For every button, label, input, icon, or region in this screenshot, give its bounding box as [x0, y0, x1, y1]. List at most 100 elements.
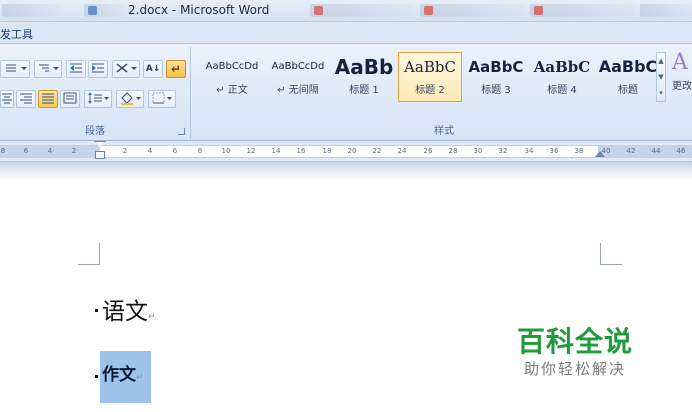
- ruler-tick: 2: [71, 147, 77, 155]
- style-heading-3[interactable]: AaBbC 标题 3: [464, 52, 528, 102]
- distributed-button[interactable]: [60, 90, 80, 108]
- style-no-spacing[interactable]: AaBbCcDd ↵ 无间隔: [266, 52, 330, 102]
- style-caption: ↵ 正文: [216, 85, 248, 96]
- style-caption: 标题 2: [415, 85, 445, 96]
- watermark-subtitle: 助你轻松解决: [524, 360, 627, 378]
- paragraph-group-label: 段落: [85, 126, 105, 137]
- ruler-tick: 16: [296, 147, 306, 155]
- context-tab-label[interactable]: 发工具: [0, 26, 33, 42]
- horizontal-ruler[interactable]: 8 6 4 2 2 4 6 8 10 12 14 16 18 20 22 24 …: [0, 141, 692, 162]
- style-title[interactable]: AaBbC 标题: [596, 52, 660, 102]
- ruler-tick: 2: [122, 147, 128, 155]
- paragraph-text: 语文: [102, 299, 148, 325]
- blurred-tab[interactable]: [530, 4, 634, 17]
- style-sample: AaBbCcDd: [205, 61, 259, 72]
- style-heading-4[interactable]: AaBbC 标题 4: [530, 52, 594, 102]
- justify-icon: [42, 93, 54, 104]
- blurred-tab[interactable]: [84, 4, 124, 17]
- ruler-tick: 32: [498, 147, 508, 155]
- paragraph-dialog-launcher[interactable]: [178, 128, 185, 135]
- document-page[interactable]: 语文↵ 作文↵ 百科全说 助你轻松解决: [0, 180, 692, 412]
- styles-group: AaBbCcDd ↵ 正文 AaBbCcDd ↵ 无间隔 AaBb 标题 1 A…: [196, 47, 692, 139]
- style-caption: ↵ 无间隔: [277, 85, 319, 96]
- style-heading-1[interactable]: AaBb 标题 1: [332, 52, 396, 102]
- style-sample: AaBbC: [404, 58, 456, 76]
- decrease-indent-button[interactable]: [66, 60, 86, 78]
- paragraph[interactable]: 语文↵: [102, 292, 156, 326]
- sort-icon: A↓: [145, 64, 161, 74]
- borders-icon: [152, 92, 172, 104]
- right-indent-marker[interactable]: [595, 151, 605, 157]
- align-right-icon: [20, 93, 32, 104]
- paragraph-selected[interactable]: 作文↵: [102, 360, 144, 385]
- style-heading-2[interactable]: AaBbC 标题 2: [398, 52, 462, 102]
- multilevel-list-button[interactable]: [34, 60, 62, 78]
- blurred-tab[interactable]: [310, 4, 414, 17]
- ruler-tick: 42: [626, 147, 636, 155]
- ruler-tick: 28: [448, 147, 458, 155]
- scroll-up-icon[interactable]: ▲: [657, 53, 665, 69]
- increase-indent-button[interactable]: [88, 60, 108, 78]
- styles-gallery-scroller[interactable]: ▲ ▼ ▾: [656, 52, 666, 102]
- ruler-tick: 8: [197, 147, 203, 155]
- ribbon-tab-strip: 发工具: [0, 22, 692, 44]
- paint-bucket-icon: [121, 92, 141, 105]
- ruler-tick: 44: [651, 147, 661, 155]
- bullet-marker: [95, 375, 98, 378]
- ruler-tick: 4: [47, 147, 53, 155]
- style-caption: 标题: [618, 85, 638, 96]
- chinese-layout-icon: [116, 63, 137, 73]
- show-paragraph-marks-button[interactable]: ↵: [166, 60, 186, 78]
- line-spacing-icon: [88, 92, 109, 104]
- ruler-tick: 6: [23, 147, 29, 155]
- multilevel-list-icon: [39, 64, 59, 72]
- bullets-icon: [6, 64, 27, 72]
- paragraph-text: 作文: [102, 365, 136, 385]
- ruler-tick: 6: [172, 147, 178, 155]
- borders-button[interactable]: [148, 90, 176, 108]
- ruler-track: 8 6 4 2 2 4 6 8 10 12 14 16 18 20 22 24 …: [0, 141, 692, 161]
- window-title: 2.docx - Microsoft Word: [128, 3, 270, 17]
- change-styles-button[interactable]: A 更改: [672, 49, 692, 92]
- change-styles-icon: A: [672, 50, 688, 75]
- style-sample: AaBbCcDd: [271, 61, 325, 72]
- align-center-icon: [2, 93, 12, 104]
- blurred-tab[interactable]: [2, 4, 60, 17]
- chinese-layout-button[interactable]: [112, 60, 140, 78]
- styles-gallery: AaBbCcDd ↵ 正文 AaBbCcDd ↵ 无间隔 AaBb 标题 1 A…: [200, 52, 662, 102]
- paragraph-mark-icon: ↵: [148, 312, 156, 322]
- style-sample: AaBbC: [598, 57, 658, 76]
- align-center-button[interactable]: [0, 90, 14, 108]
- ruler-tick: 38: [574, 147, 584, 155]
- styles-group-label: 样式: [434, 126, 454, 137]
- change-styles-label: 更改: [672, 81, 692, 92]
- bullets-button[interactable]: [0, 60, 30, 78]
- expand-gallery-icon[interactable]: ▾: [657, 85, 665, 101]
- ribbon: A↓ ↵ 段落 AaBbCcDd ↵ 正文 AaBbCcDd ↵ 无间隔 AaB…: [0, 44, 692, 141]
- align-right-button[interactable]: [16, 90, 36, 108]
- line-spacing-button[interactable]: [84, 90, 112, 108]
- word-window: 2.docx - Microsoft Word 发工具 A↓ ↵ 段落 AaBb…: [0, 0, 692, 412]
- ruler-tick: 20: [347, 147, 357, 155]
- first-line-indent-marker[interactable]: [94, 141, 106, 161]
- bullet-marker: [95, 309, 98, 312]
- ruler-tick: 14: [271, 147, 281, 155]
- blurred-tab[interactable]: [640, 4, 692, 17]
- ruler-tick: 12: [246, 147, 256, 155]
- scroll-down-icon[interactable]: ▼: [657, 69, 665, 85]
- justify-button[interactable]: [38, 90, 58, 108]
- style-sample: AaBb: [334, 55, 394, 79]
- ruler-tick: 26: [423, 147, 433, 155]
- ruler-tick: 4: [147, 147, 153, 155]
- shading-button[interactable]: [116, 90, 144, 108]
- style-caption: 标题 3: [481, 85, 511, 96]
- style-normal[interactable]: AaBbCcDd ↵ 正文: [200, 52, 264, 102]
- margin-corner-mark-right: [600, 243, 622, 265]
- blurred-tab[interactable]: [420, 4, 524, 17]
- distributed-icon: [63, 92, 77, 104]
- ruler-tick: 8: [0, 147, 6, 155]
- ruler-tick: 34: [524, 147, 534, 155]
- style-caption: 标题 4: [547, 85, 577, 96]
- ruler-tick: 18: [322, 147, 332, 155]
- sort-button[interactable]: A↓: [143, 60, 163, 78]
